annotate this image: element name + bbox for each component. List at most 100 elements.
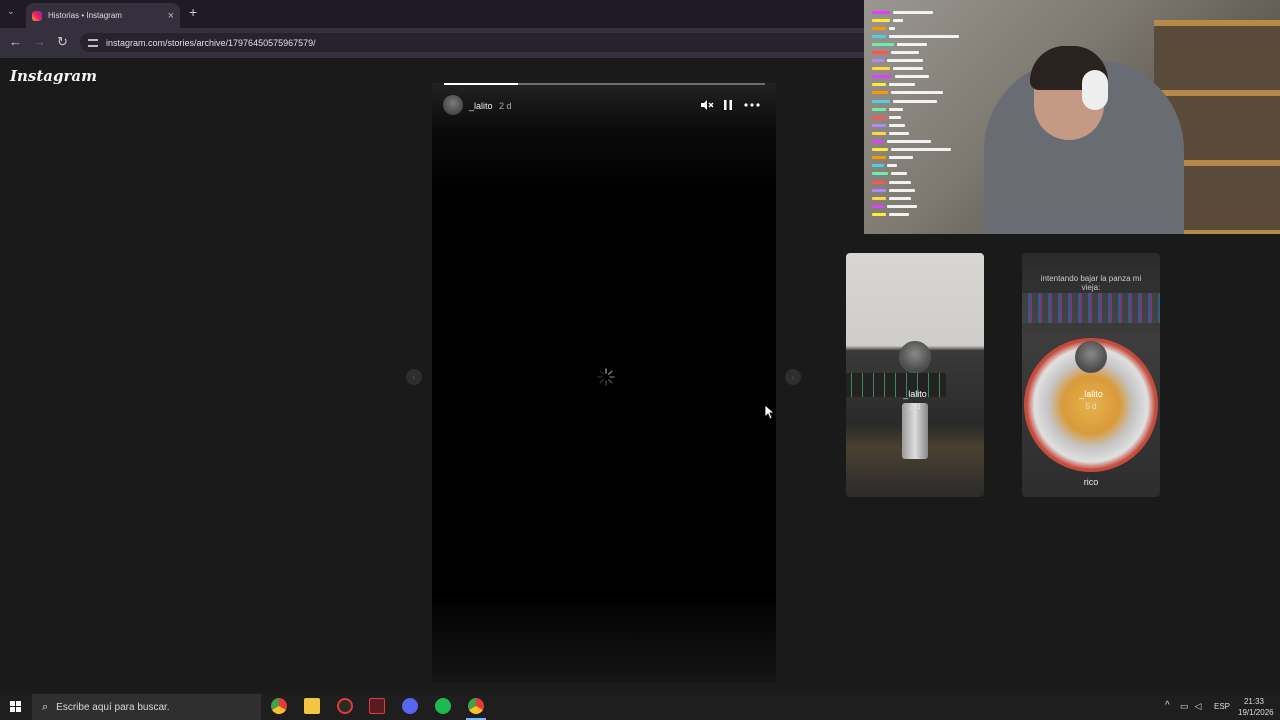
chat-text-mark: [889, 107, 903, 111]
back-button[interactable]: ←: [9, 34, 22, 49]
chat-text-mark: [887, 59, 923, 63]
more-options-icon[interactable]: [744, 103, 760, 107]
chat-username-mark: [872, 99, 890, 103]
story-thumbnail[interactable]: intentando bajar la panza mi vieja: _lal…: [1022, 253, 1160, 497]
chat-text-mark: [889, 123, 905, 127]
address-bar[interactable]: instagram.com/stories/archive/1797645057…: [80, 33, 864, 52]
tab-instagram[interactable]: Historias • Instagram ×: [26, 3, 180, 28]
story-avatar[interactable]: [443, 95, 463, 115]
chat-message: [872, 73, 992, 81]
tab-search-button[interactable]: ⌄: [7, 6, 15, 17]
site-info-icon[interactable]: [88, 38, 98, 47]
chat-username-mark: [872, 156, 886, 160]
chat-username-mark: [872, 172, 888, 176]
chat-text-mark: [889, 156, 913, 160]
thumbnail-avatar: [899, 341, 931, 373]
chat-username-mark: [872, 75, 892, 79]
chat-message: [872, 154, 992, 162]
chat-message: [872, 186, 992, 194]
network-icon[interactable]: ▭: [1180, 701, 1189, 712]
can-image: [902, 403, 928, 459]
file-explorer-icon[interactable]: [304, 698, 320, 714]
chat-username-mark: [872, 42, 894, 46]
chat-username-mark: [872, 34, 886, 38]
chat-username-mark: [872, 204, 884, 208]
chat-message: [872, 146, 992, 154]
chat-username-mark: [872, 91, 888, 95]
chrome-icon[interactable]: [271, 698, 287, 714]
next-story-button[interactable]: ›: [785, 369, 801, 385]
chat-username-mark: [872, 164, 884, 168]
volume-icon[interactable]: ◁: [1195, 701, 1202, 712]
chat-message: [872, 105, 992, 113]
chat-text-mark: [889, 196, 911, 200]
chat-text-mark: [889, 26, 895, 30]
chat-text-mark: [889, 180, 911, 184]
new-tab-button[interactable]: +: [189, 4, 197, 20]
story-username[interactable]: _lalito: [469, 101, 493, 111]
chat-username-mark: [872, 115, 886, 119]
story-progress-fill: [444, 83, 518, 85]
app-icon[interactable]: [369, 698, 385, 714]
chat-username-mark: [872, 51, 888, 55]
chat-text-mark: [889, 131, 909, 135]
chat-text-mark: [891, 148, 951, 152]
mouse-cursor-icon: [764, 404, 774, 420]
tab-title: Historias • Instagram: [48, 11, 122, 20]
chat-message: [872, 65, 992, 73]
tray-overflow-button[interactable]: ^: [1165, 700, 1170, 711]
chat-text-mark: [889, 188, 915, 192]
keyboard-image: [1022, 293, 1160, 323]
thumbnail-age: 2 d: [909, 402, 921, 411]
chrome-active-icon[interactable]: [468, 698, 484, 714]
chat-text-mark: [891, 91, 943, 95]
chat-username-mark: [872, 10, 890, 14]
chat-message: [872, 89, 992, 97]
chat-text-mark: [893, 99, 937, 103]
chat-message: [872, 210, 992, 218]
chat-message: [872, 32, 992, 40]
thumbnail-caption: intentando bajar la panza mi vieja:: [1040, 274, 1142, 292]
spotify-icon[interactable]: [435, 698, 451, 714]
chat-message: [872, 121, 992, 129]
chat-username-mark: [872, 83, 886, 87]
muted-speaker-icon[interactable]: [700, 98, 714, 112]
chat-text-mark: [887, 140, 931, 144]
chat-message: [872, 129, 992, 137]
chat-message: [872, 8, 992, 16]
tab-close-button[interactable]: ×: [168, 10, 174, 22]
forward-button[interactable]: →: [33, 34, 46, 49]
windows-start-icon[interactable]: [10, 701, 21, 712]
webcam-overlay: [864, 0, 1280, 234]
instagram-logo[interactable]: Instagram: [10, 67, 97, 85]
thumbnail-username: _lalito: [1079, 389, 1103, 399]
reload-button[interactable]: ↻: [57, 34, 68, 50]
stream-chat-overlay: [872, 8, 992, 218]
chat-message: [872, 194, 992, 202]
taskbar-search-box[interactable]: ⌕ Escribe aquí para buscar.: [32, 694, 261, 720]
pause-icon[interactable]: [724, 100, 732, 110]
taskbar-search-placeholder: Escribe aquí para buscar.: [56, 701, 170, 713]
chat-username-mark: [872, 188, 886, 192]
chat-text-mark: [891, 51, 919, 55]
chat-message: [872, 178, 992, 186]
search-icon: ⌕: [42, 700, 49, 713]
story-thumbnail[interactable]: _lalito 2 d: [846, 253, 984, 497]
chat-message: [872, 113, 992, 121]
discord-icon[interactable]: [402, 698, 418, 714]
chat-username-mark: [872, 107, 886, 111]
chat-username-mark: [872, 180, 886, 184]
language-indicator[interactable]: ESP: [1214, 702, 1230, 711]
obs-icon[interactable]: [337, 698, 353, 714]
chat-username-mark: [872, 148, 888, 152]
chat-message: [872, 138, 992, 146]
chat-username-mark: [872, 67, 890, 71]
thumbnail-avatar: [1075, 341, 1107, 373]
chat-message: [872, 97, 992, 105]
previous-story-button[interactable]: ‹: [406, 369, 422, 385]
clock[interactable]: 21:33 19/1/2026: [1238, 696, 1274, 718]
chat-username-mark: [872, 18, 890, 22]
chat-text-mark: [897, 42, 927, 46]
chat-username-mark: [872, 123, 886, 127]
thumbnail-username: _lalito: [903, 389, 927, 399]
